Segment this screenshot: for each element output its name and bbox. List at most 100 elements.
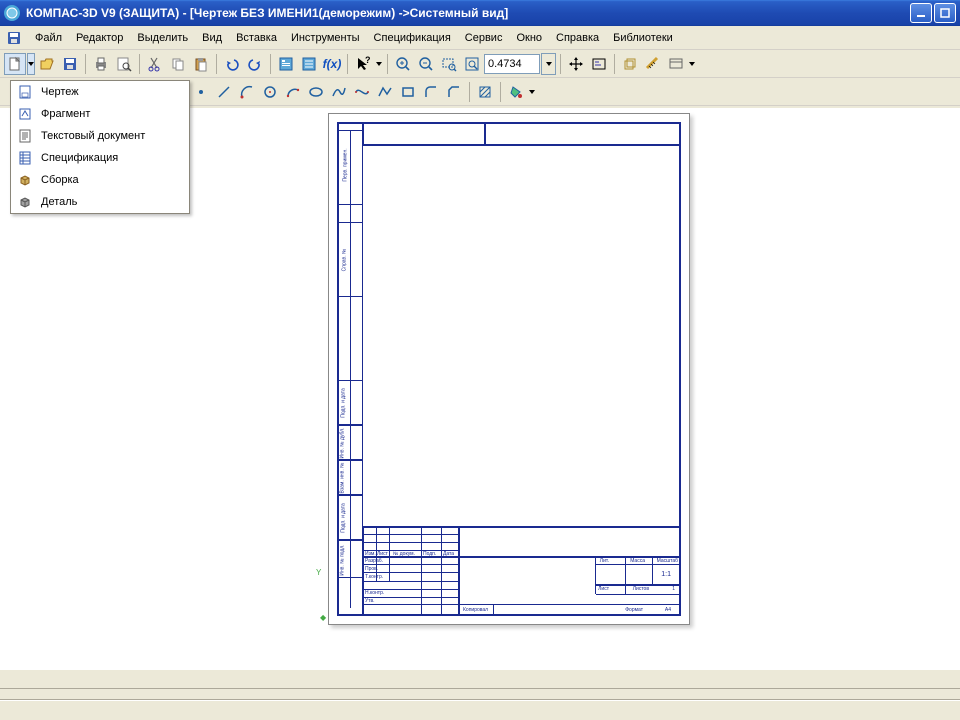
dd-spec-label: Спецификация xyxy=(41,152,118,164)
menu-insert[interactable]: Вставка xyxy=(229,29,284,47)
tb-izm: Изм. xyxy=(365,551,376,557)
tb-listov: Листов xyxy=(633,586,649,592)
zoom-dropdown-arrow[interactable] xyxy=(541,53,556,75)
menu-view[interactable]: Вид xyxy=(195,29,229,47)
tb-massa: Масса xyxy=(630,558,645,564)
statusbar-upper xyxy=(0,688,960,700)
dd-part-label: Деталь xyxy=(41,196,77,208)
new-button[interactable] xyxy=(4,53,26,75)
bezier-tool[interactable] xyxy=(351,81,373,103)
fragment-icon xyxy=(17,106,33,122)
svg-text:?: ? xyxy=(365,56,371,65)
drawing-icon xyxy=(17,84,33,100)
rect-tool[interactable] xyxy=(397,81,419,103)
dd-specification[interactable]: Спецификация xyxy=(11,147,189,169)
tb-mashtab: Масштаб xyxy=(657,558,678,564)
zoom-in-button[interactable] xyxy=(392,53,414,75)
tb-date: Дата xyxy=(443,551,454,557)
undo-button[interactable] xyxy=(221,53,243,75)
tb-format: Формат xyxy=(625,607,643,613)
chamfer-tool[interactable] xyxy=(443,81,465,103)
menu-service[interactable]: Сервис xyxy=(458,29,510,47)
menu-window[interactable]: Окно xyxy=(509,29,549,47)
fill-dropdown-arrow[interactable] xyxy=(528,81,536,103)
drawing-sheet[interactable]: Перв. примен. Справ. № Подп. и дата Инв.… xyxy=(328,113,690,625)
paste-button[interactable] xyxy=(190,53,212,75)
maximize-button[interactable] xyxy=(934,3,956,23)
polyline-tool[interactable] xyxy=(374,81,396,103)
tb-prov: Пров. xyxy=(365,566,378,572)
save-icon[interactable] xyxy=(4,28,24,48)
hatch-tool[interactable] xyxy=(474,81,496,103)
open-button[interactable] xyxy=(36,53,58,75)
dd-fragment[interactable]: Фрагмент xyxy=(11,103,189,125)
menu-help[interactable]: Справка xyxy=(549,29,606,47)
fx-button[interactable]: f(x) xyxy=(321,53,343,75)
part-icon xyxy=(17,194,33,210)
axis-y-marker: Y xyxy=(316,568,321,577)
menubar: Файл Редактор Выделить Вид Вставка Инстр… xyxy=(0,26,960,50)
sidecol-podp: Подп. и дата xyxy=(341,388,347,417)
zoom-out-button[interactable] xyxy=(415,53,437,75)
zoom-fit-button[interactable] xyxy=(461,53,483,75)
frame-top-strip xyxy=(363,122,681,146)
properties-button[interactable] xyxy=(275,53,297,75)
dd-drawing[interactable]: Чертеж xyxy=(11,81,189,103)
line-tool[interactable] xyxy=(213,81,235,103)
dd-text-doc-label: Текстовый документ xyxy=(41,130,145,142)
fill-tool[interactable] xyxy=(505,81,527,103)
tb-utv: Утв. xyxy=(365,598,375,604)
arc-tool[interactable] xyxy=(236,81,258,103)
spline-tool[interactable] xyxy=(328,81,350,103)
axis-origin-marker: ◆ xyxy=(320,613,326,622)
cut-button[interactable] xyxy=(144,53,166,75)
zoom-window-button[interactable] xyxy=(438,53,460,75)
dd-drawing-label: Чертеж xyxy=(41,86,79,98)
redo-button[interactable] xyxy=(244,53,266,75)
arc2-tool[interactable] xyxy=(282,81,304,103)
new-document-menu: Чертеж Фрагмент Текстовый документ Специ… xyxy=(10,80,190,214)
views-button[interactable] xyxy=(665,53,687,75)
menu-editor[interactable]: Редактор xyxy=(69,29,130,47)
print-preview-button[interactable] xyxy=(113,53,135,75)
new-dropdown-arrow[interactable] xyxy=(27,53,35,75)
menu-select[interactable]: Выделить xyxy=(130,29,195,47)
tb-tcontr: Т.контр. xyxy=(365,574,383,580)
dd-assembly[interactable]: Сборка xyxy=(11,169,189,191)
dd-text-document[interactable]: Текстовый документ xyxy=(11,125,189,147)
menu-libraries[interactable]: Библиотеки xyxy=(606,29,680,47)
tb-listov-val: 1 xyxy=(672,586,675,592)
zoom-input[interactable]: 0.4734 xyxy=(484,54,540,74)
window-title: КОМПАС-3D V9 (ЗАЩИТА) - [Чертеж БЕЗ ИМЕН… xyxy=(26,6,508,20)
tb-list2: Лист xyxy=(598,586,609,592)
help-cursor-button[interactable]: ? xyxy=(352,53,374,75)
circle-tool[interactable] xyxy=(259,81,281,103)
ellipse-tool[interactable] xyxy=(305,81,327,103)
fillet-tool[interactable] xyxy=(420,81,442,103)
sidecol-perv: Перв. примен. xyxy=(343,148,349,181)
point-tool[interactable] xyxy=(190,81,212,103)
menu-tools[interactable]: Инструменты xyxy=(284,29,367,47)
minimize-button[interactable] xyxy=(910,3,932,23)
app-icon xyxy=(4,5,20,21)
pan-button[interactable] xyxy=(565,53,587,75)
print-button[interactable] xyxy=(90,53,112,75)
dd-part[interactable]: Деталь xyxy=(11,191,189,213)
tb-lit: Лит. xyxy=(600,558,609,564)
dd-fragment-label: Фрагмент xyxy=(41,108,90,120)
views-dropdown-arrow[interactable] xyxy=(688,53,696,75)
layers-button[interactable] xyxy=(619,53,641,75)
zoom-extents-button[interactable] xyxy=(588,53,610,75)
toolbar-main: f(x) ? 0.4734 xyxy=(0,50,960,78)
sidecol-invpodl: Инв. № подл. xyxy=(340,544,346,575)
copy-button[interactable] xyxy=(167,53,189,75)
window-titlebar: КОМПАС-3D V9 (ЗАЩИТА) - [Чертеж БЕЗ ИМЕН… xyxy=(0,0,960,26)
tb-scale: 1:1 xyxy=(661,571,671,578)
tb-ncontr: Н.контр. xyxy=(365,590,384,596)
measure-button[interactable] xyxy=(642,53,664,75)
variables-button[interactable] xyxy=(298,53,320,75)
menu-file[interactable]: Файл xyxy=(28,29,69,47)
save-button[interactable] xyxy=(59,53,81,75)
help-dropdown-arrow[interactable] xyxy=(375,53,383,75)
menu-specification[interactable]: Спецификация xyxy=(367,29,458,47)
